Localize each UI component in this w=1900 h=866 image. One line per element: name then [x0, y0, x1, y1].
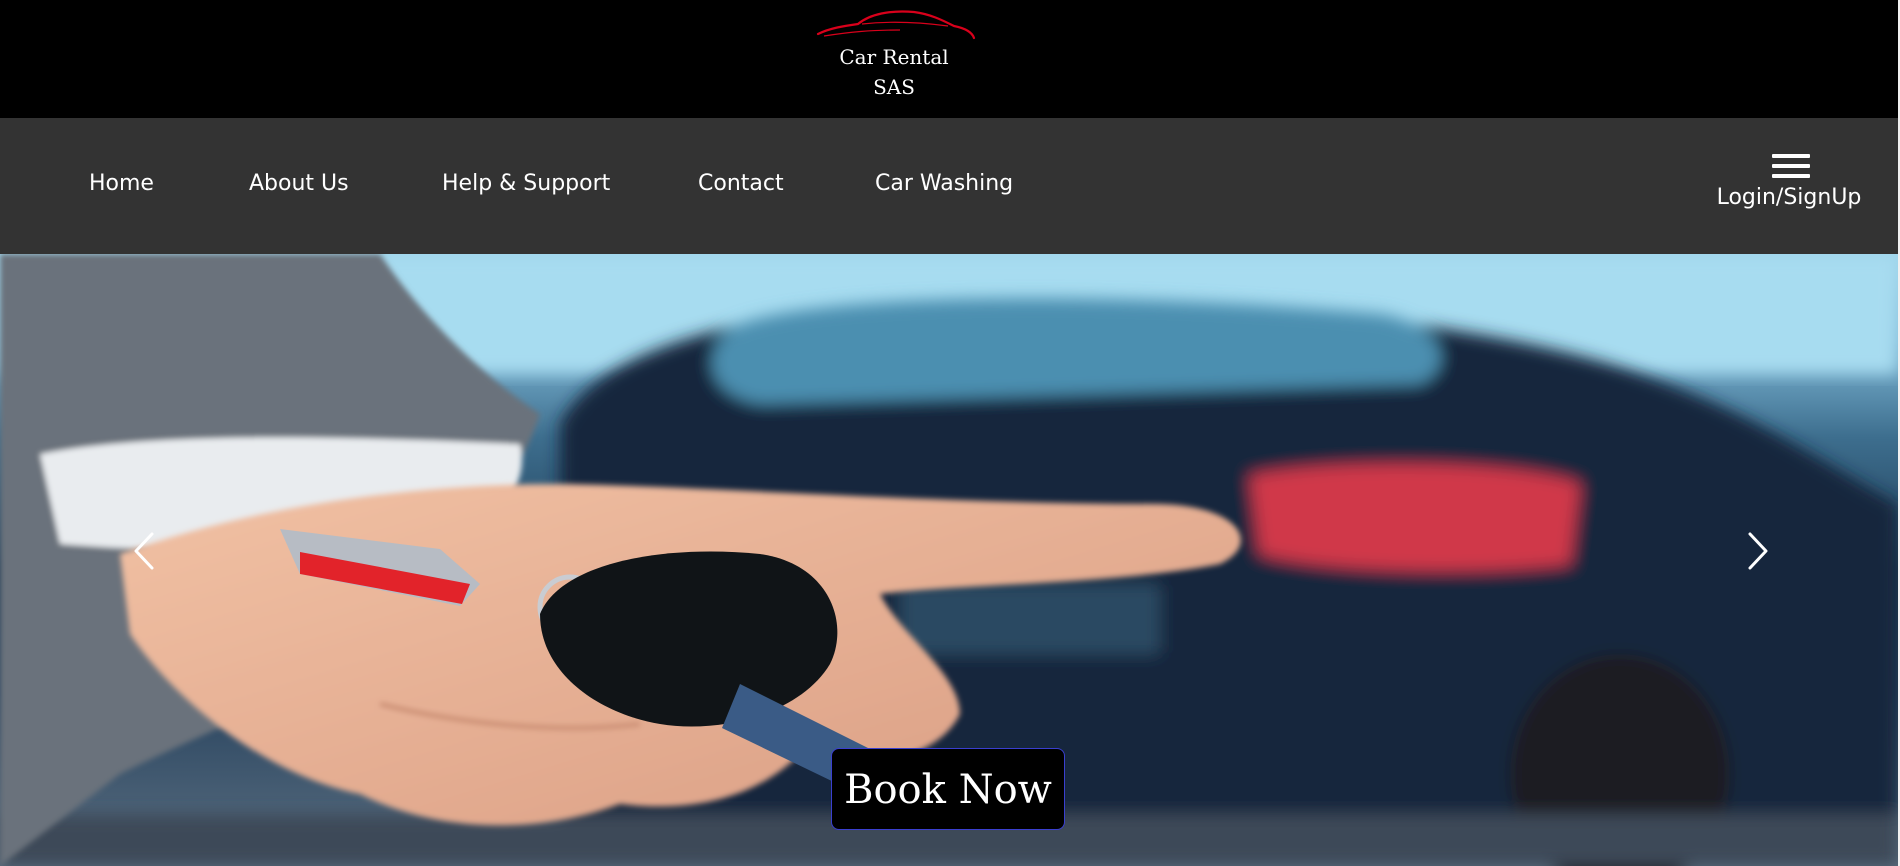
chevron-left-icon — [134, 532, 154, 570]
login-menu-toggle[interactable]: Login/SignUp — [1700, 132, 1878, 228]
login-signup-link[interactable]: Login/SignUp — [1700, 182, 1878, 214]
carousel-next-button[interactable] — [1736, 526, 1776, 576]
main-navbar: Home About Us Help & Support Contact Car… — [0, 118, 1898, 254]
nav-link-car-washing[interactable]: Car Washing — [875, 162, 1013, 206]
nav-link-contact[interactable]: Contact — [698, 162, 784, 206]
chevron-right-icon — [1748, 532, 1768, 570]
hamburger-icon[interactable] — [1772, 154, 1810, 178]
carousel-prev-button[interactable] — [126, 526, 166, 576]
brand-name-line2: SAS — [873, 75, 915, 99]
book-now-button[interactable]: Book Now — [831, 748, 1065, 830]
nav-link-about-us[interactable]: About Us — [249, 162, 349, 206]
brand-logo[interactable]: Car Rental SAS — [810, 6, 978, 102]
page: Car Rental SAS Home About Us Help & Supp… — [0, 0, 1898, 866]
car-silhouette-icon — [816, 10, 976, 40]
brand-name-line1: Car Rental — [839, 45, 949, 69]
nav-link-help-support[interactable]: Help & Support — [442, 162, 610, 206]
nav-link-home[interactable]: Home — [89, 162, 154, 206]
brand-bar: Car Rental SAS — [0, 0, 1898, 118]
